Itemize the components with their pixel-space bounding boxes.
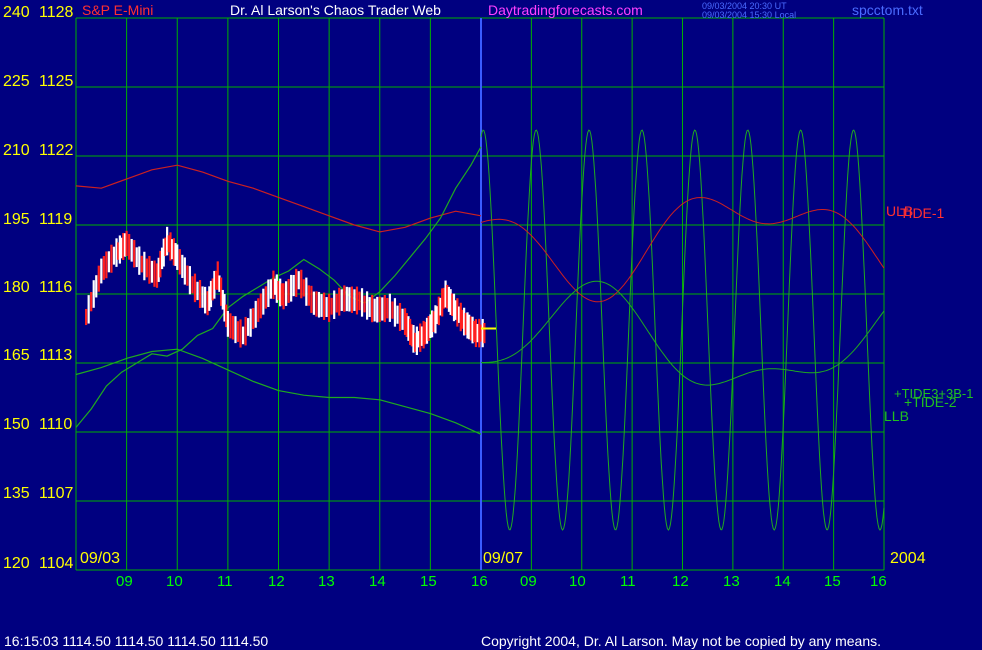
x-tick: 10: [569, 573, 586, 590]
y-left-tick: 210: [3, 142, 30, 159]
copyright-notice: Copyright 2004, Dr. Al Larson. May not b…: [481, 633, 882, 649]
date-split-label: 09/07: [483, 550, 524, 567]
x-tick: 14: [369, 573, 386, 590]
x-tick: 15: [824, 573, 841, 590]
y-price-tick: 1116: [39, 279, 73, 296]
y-price-tick: 1122: [39, 142, 74, 159]
y-price-tick: 1104: [39, 555, 74, 572]
y-price-tick: 1128: [39, 4, 74, 21]
y-price-tick: 1113: [39, 347, 73, 364]
x-tick: 13: [318, 573, 335, 590]
y-left-tick: 120: [3, 555, 30, 572]
lower-band-label: LLB: [884, 408, 909, 424]
x-tick: 15: [420, 573, 437, 590]
y-left-tick: 195: [3, 211, 30, 228]
x-tick: 11: [217, 573, 233, 590]
y-left-tick: 135: [3, 485, 30, 502]
tide2-label: +TIDE-2: [904, 394, 957, 410]
x-tick: 14: [774, 573, 791, 590]
x-tick: 09: [116, 573, 133, 590]
data-file-label: spcctom.txt: [852, 2, 923, 18]
y-left-tick: 240: [3, 4, 30, 21]
y-left-tick: 180: [3, 279, 30, 296]
year-label: 2004: [890, 550, 926, 567]
instrument-label: S&P E-Mini: [82, 2, 154, 18]
quote-readout: 16:15:03 1114.50 1114.50 1114.50 1114.50: [4, 633, 269, 649]
local-time-label: 09/03/2004 15:30 Local: [702, 10, 797, 20]
x-tick: 16: [870, 573, 887, 590]
site-link[interactable]: Daytradingforecasts.com: [488, 2, 643, 18]
date-start-label: 09/03: [80, 550, 121, 567]
tide1-label: TIDE-1: [900, 205, 945, 221]
y-price-tick: 1119: [39, 211, 73, 228]
x-tick: 16: [471, 573, 488, 590]
y-price-tick: 1125: [39, 73, 74, 90]
chart-title: Dr. Al Larson's Chaos Trader Web: [230, 2, 441, 18]
x-tick: 10: [166, 573, 183, 590]
y-price-tick: 1110: [39, 416, 73, 433]
x-tick: 09: [520, 573, 537, 590]
y-left-tick: 225: [3, 73, 30, 90]
x-tick: 11: [620, 573, 636, 590]
y-left-tick: 165: [3, 347, 30, 364]
x-tick: 12: [672, 573, 689, 590]
x-tick: 12: [268, 573, 285, 590]
y-price-tick: 1107: [39, 485, 74, 502]
y-left-tick: 150: [3, 416, 30, 433]
x-tick: 13: [723, 573, 740, 590]
